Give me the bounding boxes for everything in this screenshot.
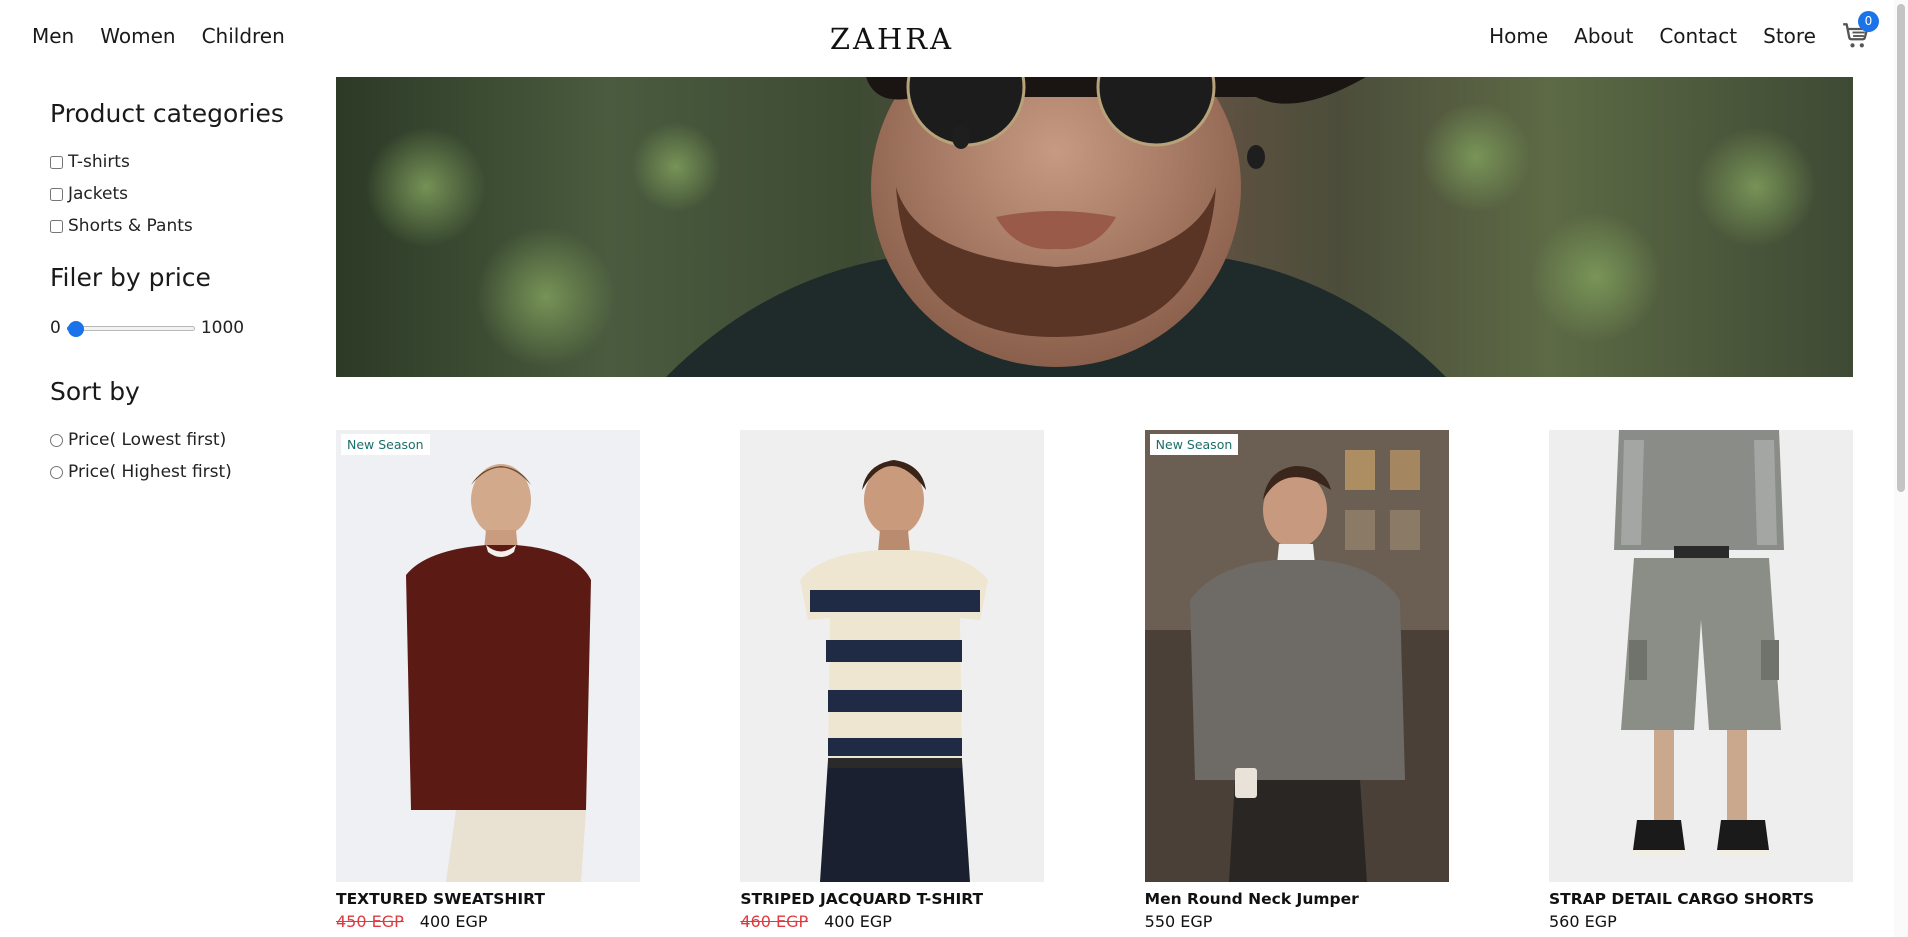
product-image[interactable]: New Season [336, 430, 640, 882]
product-photo [1548, 430, 1853, 882]
sort-label: Price( Lowest first) [68, 430, 227, 450]
scrollbar-thumb[interactable] [1897, 4, 1905, 492]
current-price: 400 EGP [419, 912, 488, 931]
cart-button[interactable]: 0 [1842, 11, 1879, 50]
page-scrollbar[interactable] [1894, 0, 1908, 937]
product-price: 550 EGP [1145, 910, 1449, 934]
product-card[interactable]: STRAP DETAIL CARGO SHORTS 560 EGP [1548, 430, 1853, 934]
shorts-pants-checkbox[interactable] [50, 219, 63, 233]
category-option-jackets[interactable]: Jackets [50, 178, 310, 210]
filter-sidebar: Product categories T-shirts Jackets Shor… [50, 96, 310, 488]
product-name[interactable]: Men Round Neck Jumper [1145, 888, 1449, 910]
current-price: 400 EGP [824, 912, 892, 931]
tshirts-checkbox[interactable] [50, 155, 63, 169]
product-photo [1144, 430, 1449, 882]
hero-image [366, 77, 1816, 377]
sort-highest-radio[interactable] [50, 465, 63, 479]
category-list: T-shirts Jackets Shorts & Pants [50, 146, 310, 242]
sort-lowest-radio[interactable] [50, 433, 63, 447]
current-price: 550 EGP [1144, 912, 1213, 931]
categories-heading: Product categories [50, 99, 284, 128]
product-grid: New Season TEXTURED SWEATSHIRT 450 EGP 4… [336, 430, 1853, 934]
jackets-checkbox[interactable] [50, 187, 63, 201]
product-image[interactable] [1548, 430, 1853, 882]
site-header: Men Women Children ZAHRA Home About Cont… [0, 0, 1908, 76]
price-filter-heading: Filer by price [50, 263, 211, 292]
product-card[interactable]: STRIPED JACQUARD T-SHIRT 460 EGP 400 EGP [740, 430, 1045, 934]
category-label: Shorts & Pants [68, 216, 193, 236]
price-filter: 0 1000 [50, 318, 310, 338]
old-price: 450 EGP [336, 912, 404, 931]
price-slider[interactable] [66, 320, 195, 337]
sort-option-highest[interactable]: Price( Highest first) [50, 456, 310, 488]
old-price: 460 EGP [740, 912, 809, 931]
sort-option-lowest[interactable]: Price( Lowest first) [50, 424, 310, 456]
hero-banner [336, 77, 1853, 377]
product-name[interactable]: TEXTURED SWEATSHIRT [336, 888, 640, 910]
category-option-tshirts[interactable]: T-shirts [50, 146, 310, 178]
sort-options: Price( Lowest first) Price( Highest firs… [50, 424, 310, 488]
nav-contact-link[interactable]: Contact [1659, 24, 1737, 48]
product-price: 450 EGP 400 EGP [336, 910, 640, 934]
slider-thumb[interactable] [67, 321, 84, 337]
product-image[interactable]: New Season [1144, 430, 1449, 882]
product-name[interactable]: STRIPED JACQUARD T-SHIRT [740, 888, 1044, 910]
product-photo [336, 430, 640, 882]
product-price: 560 EGP [1549, 910, 1853, 934]
cart-count-badge: 0 [1858, 11, 1879, 32]
slider-track [66, 326, 195, 331]
category-label: T-shirts [68, 152, 130, 172]
nav-home-link[interactable]: Home [1489, 24, 1548, 48]
nav-store-link[interactable]: Store [1763, 24, 1816, 48]
product-photo [740, 430, 1045, 882]
product-price: 460 EGP 400 EGP [740, 910, 1044, 934]
product-card[interactable]: New Season Men Round Neck Jumper 550 EGP [1144, 430, 1449, 934]
sort-heading: Sort by [50, 377, 140, 406]
price-min-label: 0 [50, 318, 61, 338]
main-nav: Home About Contact Store [1489, 24, 1816, 48]
category-label: Jackets [68, 184, 128, 204]
category-option-shorts-pants[interactable]: Shorts & Pants [50, 210, 310, 242]
new-season-badge: New Season [341, 434, 430, 455]
price-max-label: 1000 [200, 318, 245, 338]
nav-about-link[interactable]: About [1574, 24, 1633, 48]
product-name[interactable]: STRAP DETAIL CARGO SHORTS [1549, 888, 1853, 910]
sort-label: Price( Highest first) [68, 462, 232, 482]
product-image[interactable] [740, 430, 1045, 882]
new-season-badge: New Season [1149, 434, 1239, 455]
product-card[interactable]: New Season TEXTURED SWEATSHIRT 450 EGP 4… [336, 430, 640, 934]
current-price: 560 EGP [1548, 912, 1617, 931]
